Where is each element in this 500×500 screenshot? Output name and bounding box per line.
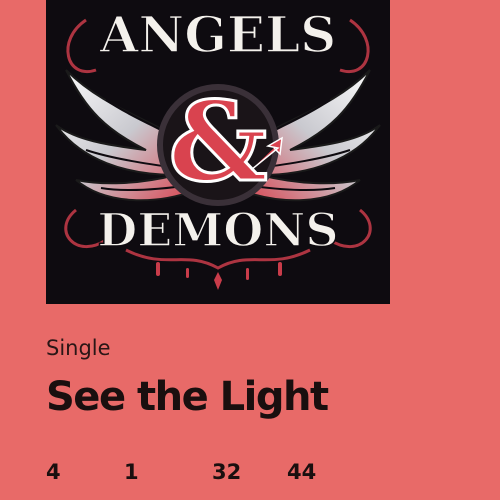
stat-value: 4 bbox=[46, 460, 61, 484]
album-cover-art: ANGELS & DEMONS bbox=[55, 4, 381, 290]
stat-value: 1 bbox=[124, 460, 139, 484]
stat-value: 32 bbox=[212, 460, 242, 484]
release-type-label: Single bbox=[46, 336, 111, 360]
cover-ampersand: & bbox=[168, 77, 267, 206]
stats-row: 4 1 32 44 bbox=[46, 460, 346, 490]
track-title: See the Light bbox=[46, 374, 329, 420]
stat-value: 44 bbox=[287, 460, 317, 484]
cover-title-bottom: DEMONS bbox=[97, 203, 338, 257]
album-cover[interactable]: ANGELS & DEMONS bbox=[46, 0, 390, 304]
cover-title-top: ANGELS bbox=[99, 5, 337, 64]
release-screen: ANGELS & DEMONS Single See the Light 4 1… bbox=[0, 0, 500, 500]
